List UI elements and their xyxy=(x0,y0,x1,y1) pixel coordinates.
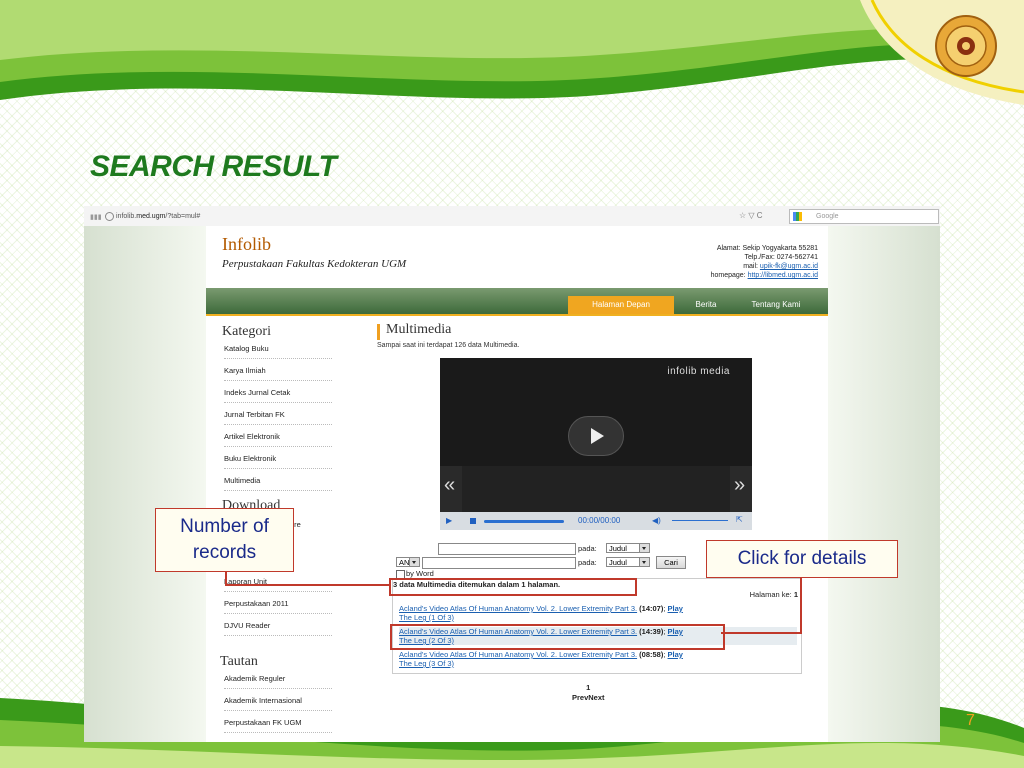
phone-text: Telp./Fax: 0274-562741 xyxy=(744,254,818,261)
seek-bar[interactable] xyxy=(484,520,564,523)
google-search-box[interactable]: Google xyxy=(789,209,939,224)
callout-records-line2: records xyxy=(192,542,257,563)
sidebar-item-multimedia[interactable]: Multimedia xyxy=(224,469,332,491)
player-controls: ▶ 00:00/00:00 ◀) ⇱ xyxy=(440,512,752,530)
search-input-1[interactable] xyxy=(438,543,576,555)
callout-records-line1: Number of xyxy=(180,516,269,537)
chevron-down-icon xyxy=(639,544,649,552)
mail-line: mail: upik-fk@ugm.ac.id xyxy=(743,263,818,270)
result-item[interactable]: Acland's Video Atlas Of Human Anatomy Vo… xyxy=(399,650,797,668)
result-title-link[interactable]: Acland's Video Atlas Of Human Anatomy Vo… xyxy=(399,650,637,659)
result-duration: (14:07) xyxy=(639,604,664,613)
signal-icon: ▮▮▮ xyxy=(90,214,102,221)
sidebar-item-karya-ilmiah[interactable]: Karya Ilmiah xyxy=(224,359,332,381)
pada-label-1: pada: xyxy=(578,544,597,553)
download-menu: Laporan Unit Perpustakaan 2011 DJVU Read… xyxy=(224,570,332,636)
sidebar-item-perpustakaan-fk-ugm[interactable]: Perpustakaan FK UGM xyxy=(224,711,332,733)
click-for-details-callout: Click for details xyxy=(706,540,898,578)
play-icon[interactable] xyxy=(568,416,624,456)
stop-icon[interactable] xyxy=(470,518,476,524)
time-readout: 00:00/00:00 xyxy=(578,516,621,525)
result-item[interactable]: Acland's Video Atlas Of Human Anatomy Vo… xyxy=(399,604,797,622)
chevron-down-icon xyxy=(409,558,419,566)
prev-next-links[interactable]: PrevNext xyxy=(572,693,605,703)
control-play-icon[interactable]: ▶ xyxy=(446,516,452,525)
result-sub-link[interactable]: The Leg (3 Of 3) xyxy=(399,659,454,668)
google-search-placeholder: Google xyxy=(816,213,839,220)
result-count-highlight xyxy=(389,578,637,596)
google-icon xyxy=(793,212,802,221)
sidebar-item-perpustakaan-2011[interactable]: Perpustakaan 2011 xyxy=(224,592,332,614)
address-text: Alamat: Sekip Yogyakarta 55281 xyxy=(716,245,818,252)
sidebar-item-artikel-elektronik[interactable]: Artikel Elektronik xyxy=(224,425,332,447)
volume-slider[interactable] xyxy=(672,520,728,521)
details-connector-vertical xyxy=(800,576,802,634)
sidebar-item-katalog-buku[interactable]: Katalog Buku xyxy=(224,337,332,359)
search-input-2[interactable] xyxy=(422,557,576,569)
top-wave-decoration xyxy=(0,0,1024,105)
browser-controls[interactable]: ☆ ▽ C xyxy=(739,211,763,220)
kategori-menu: Katalog Buku Karya Ilmiah Indeks Jurnal … xyxy=(224,337,332,491)
records-connector-horizontal xyxy=(225,584,390,586)
operator-select[interactable]: AND xyxy=(396,557,420,567)
site-header: Infolib Perpustakaan Fakultas Kedokteran… xyxy=(206,226,828,288)
chevron-down-icon xyxy=(639,558,649,566)
tab-tentang-kami[interactable]: Tentang Kami xyxy=(736,296,816,314)
by-word-label: by Word xyxy=(406,569,434,578)
sidebar-item-laporan-unit[interactable]: Laporan Unit xyxy=(224,570,332,592)
left-gradient-margin xyxy=(84,226,206,742)
field-select-2[interactable]: Judul xyxy=(606,557,650,567)
page-number: 1 xyxy=(586,683,591,692)
sidebar-item-indeks-jurnal-cetak[interactable]: Indeks Jurnal Cetak xyxy=(224,381,332,403)
thumbnail-strip: « » xyxy=(440,466,752,512)
url-text[interactable]: infolib.med.ugm/?tab=mul# xyxy=(116,213,200,220)
media-player[interactable]: infolib media « » ▶ 00:00/00:00 ◀) ⇱ xyxy=(440,358,752,530)
homepage-line: homepage: http://libmed.ugm.ac.id xyxy=(710,272,818,279)
result-title-link[interactable]: Acland's Video Atlas Of Human Anatomy Vo… xyxy=(399,604,637,613)
contact-info: Alamat: Sekip Yogyakarta 55281 Telp./Fax… xyxy=(711,244,818,280)
browser-screenshot: ▮▮▮ infolib.med.ugm/?tab=mul# ☆ ▽ C Goog… xyxy=(84,206,940,742)
pada-label-2: pada: xyxy=(578,558,597,567)
sidebar-item-akademik-internasional[interactable]: Akademik Internasional xyxy=(224,689,332,711)
page-number-indicator: 7 xyxy=(966,712,975,729)
sidebar-item-jurnal-terbitan-fk[interactable]: Jurnal Terbitan FK xyxy=(224,403,332,425)
strip-prev-icon[interactable]: « xyxy=(444,474,455,497)
halaman-indicator: Halaman ke: 1 xyxy=(749,590,798,599)
ugm-seal-logo xyxy=(935,15,997,77)
slide-title: SEARCH RESULT xyxy=(90,150,337,183)
details-connector-horizontal xyxy=(721,632,802,634)
result-sub-link[interactable]: The Leg (1 Of 3) xyxy=(399,613,454,622)
tab-berita[interactable]: Berita xyxy=(684,296,728,314)
thumbnail-film xyxy=(462,466,730,512)
strip-next-icon[interactable]: » xyxy=(734,474,745,497)
field-select-1[interactable]: Judul xyxy=(606,543,650,553)
site-subtitle: Perpustakaan Fakultas Kedokteran UGM xyxy=(222,258,407,270)
fullscreen-icon[interactable]: ⇱ xyxy=(736,515,743,524)
mail-link[interactable]: upik-fk@ugm.ac.id xyxy=(760,263,818,270)
homepage-link[interactable]: http://libmed.ugm.ac.id xyxy=(748,272,818,279)
result-row-highlight xyxy=(390,624,725,650)
number-of-records-callout: Number of records xyxy=(155,508,294,572)
tab-halaman-depan[interactable]: Halaman Depan xyxy=(568,296,674,314)
pagination: 1 PrevNext xyxy=(572,683,605,703)
player-brand: infolib media xyxy=(667,366,730,377)
section-subtitle: Sampai saat ini terdapat 126 data Multim… xyxy=(377,342,520,349)
cari-button[interactable]: Cari xyxy=(656,556,686,569)
play-link[interactable]: Play xyxy=(668,650,683,659)
sidebar-item-akademik-reguler[interactable]: Akademik Reguler xyxy=(224,667,332,689)
main-nav: Halaman Depan Berita Tentang Kami xyxy=(206,288,828,316)
site-title[interactable]: Infolib xyxy=(222,234,271,255)
result-duration: (08:58) xyxy=(639,650,664,659)
right-gradient-margin xyxy=(828,226,940,742)
sidebar-item-buku-elektronik[interactable]: Buku Elektronik xyxy=(224,447,332,469)
section-title: Multimedia xyxy=(386,322,452,337)
volume-icon[interactable]: ◀) xyxy=(652,516,661,525)
tautan-menu: Akademik Reguler Akademik Internasional … xyxy=(224,667,332,733)
section-accent-bar xyxy=(377,324,380,340)
globe-icon xyxy=(105,212,114,221)
sidebar-item-djvu-reader[interactable]: DJVU Reader xyxy=(224,614,332,636)
address-bar[interactable]: ▮▮▮ infolib.med.ugm/?tab=mul# ☆ ▽ C Goog… xyxy=(84,206,940,227)
play-link[interactable]: Play xyxy=(668,604,683,613)
